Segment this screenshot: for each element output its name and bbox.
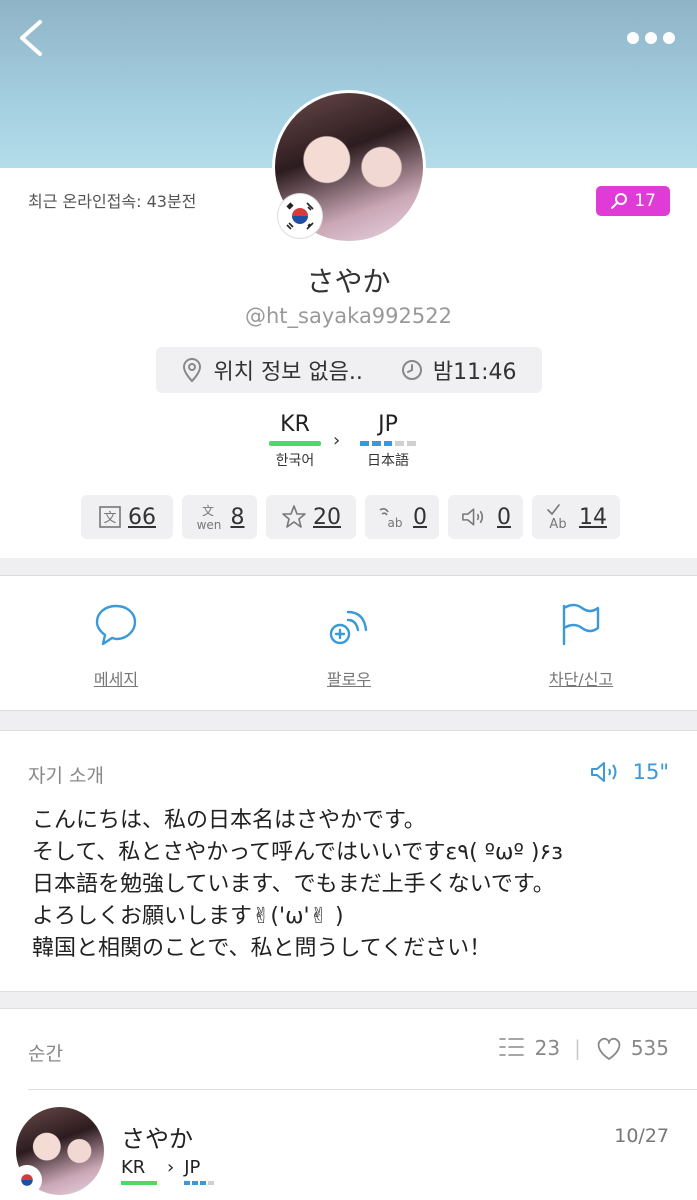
pin-icon — [611, 193, 628, 209]
star-icon — [282, 505, 306, 528]
stat-transliterations-value: 8 — [230, 504, 245, 530]
native-language: KR 한국어 — [266, 412, 324, 470]
svg-text:文: 文 — [103, 511, 116, 526]
moments-title: 순간 — [28, 1043, 63, 1065]
stat-speech-to-text[interactable]: ab 0 — [365, 495, 439, 539]
native-language-code: KR — [280, 412, 310, 437]
block-report-button[interactable]: 차단/신고 — [511, 602, 651, 690]
more-dots-icon — [627, 32, 639, 44]
transliterate-icon: 文 wen — [196, 503, 221, 531]
speaker-icon — [462, 508, 484, 526]
correction-icon: Ab — [547, 504, 567, 531]
profile-card: 최근 온라인접속: 43분전 17 さやか @ht_sayaka992522 위… — [0, 90, 697, 558]
intro-audio-button[interactable]: 15" — [589, 759, 669, 785]
stat-voice[interactable]: 0 — [448, 495, 523, 539]
self-introduction: 자기 소개 15" こんにちは、私の日本名はさやかです。 そして、私とさやかって… — [0, 730, 697, 992]
native-language-level-bar — [266, 441, 324, 446]
more-options-button[interactable] — [625, 28, 677, 48]
chevron-right-icon: › — [167, 1157, 175, 1178]
stat-translations-value: 66 — [128, 504, 156, 530]
translate-icon: 文 — [99, 506, 121, 528]
intro-title: 자기 소개 — [28, 765, 104, 787]
stat-corrections[interactable]: Ab 14 — [532, 495, 620, 539]
follow-label: 팔로우 — [326, 670, 372, 689]
profile-avatar[interactable] — [272, 90, 426, 244]
pin-count: 17 — [634, 191, 656, 211]
learning-language-code: JP — [378, 412, 398, 437]
follow-button[interactable]: 팔로우 — [279, 602, 419, 690]
location-time-pill: 위치 정보 없음.. 밤11:46 — [156, 347, 542, 393]
flag-icon — [562, 603, 600, 646]
message-label: 메세지 — [93, 670, 139, 689]
svg-text:ab: ab — [388, 516, 403, 530]
pin-badge[interactable]: 17 — [596, 186, 670, 216]
comments-icon — [498, 1038, 524, 1056]
moments-like-count: 535 — [630, 1036, 669, 1060]
svg-text:Ab: Ab — [549, 517, 566, 531]
stat-voice-value: 0 — [497, 504, 511, 530]
korea-flag-icon — [12, 1165, 42, 1195]
svg-text:wen: wen — [196, 518, 221, 531]
learning-language: JP 日本語 — [360, 412, 416, 470]
block-report-label: 차단/신고 — [548, 670, 614, 689]
post-native-language: KR — [121, 1157, 146, 1178]
learning-language-name: 日本語 — [367, 453, 409, 469]
chevron-left-icon — [20, 20, 42, 56]
svg-text:文: 文 — [201, 503, 213, 518]
heart-icon — [597, 1037, 621, 1060]
stat-favorites[interactable]: 20 — [266, 495, 356, 539]
profile-handle: @ht_sayaka992522 — [245, 304, 452, 328]
last-online-status: 최근 온라인접속: 43분전 — [28, 192, 197, 211]
post-language-pair: KR › JP — [121, 1157, 215, 1185]
message-button[interactable]: 메세지 — [46, 602, 186, 690]
language-arrow-icon: › — [333, 430, 341, 451]
profile-actions: 메세지 팔로우 차단/신고 — [0, 575, 697, 711]
post-learning-language: JP — [184, 1157, 201, 1178]
post-author-name[interactable]: さやか — [121, 1119, 193, 1154]
learning-language-level-bar — [360, 441, 416, 446]
post-date: 10/27 — [614, 1125, 669, 1147]
local-time-text: 밤11:46 — [432, 360, 517, 385]
moments-stats: 23 | 535 — [497, 1035, 669, 1061]
location-pin-icon — [183, 357, 202, 383]
speech-to-text-icon: ab — [379, 508, 403, 530]
moments-section: 순간 23 | 535 さやか 10/27 KR › JP — [0, 1008, 697, 1200]
stat-speech-to-text-value: 0 — [413, 504, 427, 530]
moments-comment-count: 23 — [534, 1036, 561, 1060]
stat-corrections-value: 14 — [579, 504, 607, 530]
chat-bubble-icon — [95, 604, 137, 646]
korea-flag-icon — [278, 194, 322, 238]
profile-name: さやか — [306, 265, 391, 298]
intro-text: こんにちは、私の日本名はさやかです。 そして、私とさやかって呼んではいいですε٩… — [32, 808, 563, 961]
location-text: 위치 정보 없음.. — [213, 360, 363, 385]
post-learning-level-bar — [184, 1181, 215, 1185]
stats-row: 文 66 文 wen 8 20 ab 0 0 Ab 14 — [81, 495, 620, 539]
post-native-level-bar — [121, 1181, 157, 1185]
moments-divider — [28, 1089, 697, 1090]
intro-audio-length: 15" — [632, 760, 669, 784]
stat-favorites-value: 20 — [313, 504, 341, 530]
speaker-icon — [590, 762, 617, 782]
back-button[interactable] — [14, 18, 54, 58]
stat-translations[interactable]: 文 66 — [81, 495, 173, 539]
follow-icon — [329, 610, 368, 645]
clock-icon — [401, 360, 422, 380]
native-language-name: 한국어 — [275, 453, 315, 469]
stat-transliterations[interactable]: 文 wen 8 — [182, 495, 257, 539]
